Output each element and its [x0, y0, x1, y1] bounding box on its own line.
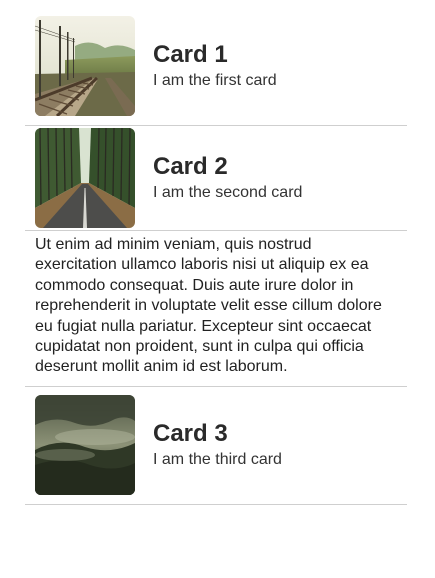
card-2[interactable]: Card 2 I am the second card	[25, 126, 407, 231]
card-3-text: Card 3 I am the third card	[153, 420, 282, 470]
card-3[interactable]: Card 3 I am the third card	[25, 387, 407, 505]
card-title: Card 2	[153, 153, 228, 180]
card-2-text: Card 2 I am the second card	[153, 153, 302, 203]
card-list: Card 1 I am the first card Card 2 I am t…	[25, 6, 407, 505]
card-subtitle: I am the third card	[153, 451, 282, 469]
card-1-text: Card 1 I am the first card	[153, 41, 277, 91]
card-title: Card 1	[153, 40, 228, 68]
card-title: Card 3	[153, 420, 228, 448]
card-1-image	[35, 15, 135, 116]
card-subtitle: I am the second card	[153, 184, 303, 201]
card-1[interactable]: Card 1 I am the first card	[25, 6, 407, 126]
card-subtitle: I am the first card	[153, 71, 277, 89]
card-3-image	[35, 395, 135, 496]
card-2-expanded-text: Ut enim ad minim veniam, quis nostrud ex…	[25, 231, 407, 387]
card-2-image	[35, 128, 135, 228]
